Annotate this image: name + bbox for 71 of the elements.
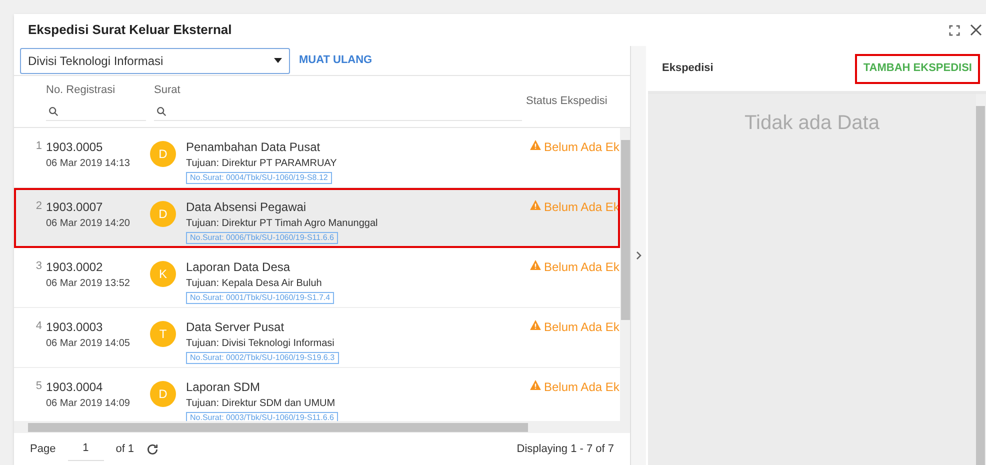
table-row[interactable]: 5 1903.0004 06 Mar 2019 14:09 D Laporan SDM Tujuan: Direktur SDM dan UMUM No.Surat: 0003/Tbk/SU-1060/19-S11.6.6 Belum Ada Ek — [14, 368, 620, 421]
letter-avatar: D — [150, 141, 176, 167]
registration-number: 1903.0004 — [46, 379, 104, 396]
registration-date: 06 Mar 2019 14:13 — [46, 157, 131, 171]
status-text: Belum Ada Ek — [544, 319, 620, 336]
column-header: Surat — [154, 83, 182, 98]
horizontal-scrollbar[interactable] — [14, 421, 630, 433]
row-number: 4 — [36, 319, 42, 334]
letter-number-tag: No.Surat: 0002/Tbk/SU-1060/19-S19.6.3 — [186, 352, 339, 364]
status-text: Belum Ada Ek — [544, 139, 620, 156]
letter-recipient: Tujuan: Direktur PT Timah Agro Manunggal — [186, 217, 378, 231]
vertical-scrollbar[interactable] — [620, 128, 630, 421]
empty-message: Tidak ada Data — [744, 111, 880, 134]
letter-recipient: Tujuan: Direktur SDM dan UMUM — [186, 397, 336, 411]
letter-title: Data Server Pusat — [186, 319, 284, 336]
letter-recipient: Tujuan: Direktur PT PARAMRUAY — [186, 157, 337, 171]
row-number: 3 — [36, 259, 42, 274]
letter-title: Penambahan Data Pusat — [186, 139, 320, 156]
refresh-icon[interactable] — [146, 442, 160, 456]
letter-number-tag: No.Surat: 0001/Tbk/SU-1060/19-S1.7.4 — [186, 292, 334, 304]
letter-title: Laporan SDM — [186, 379, 260, 396]
status-text: Belum Ada Ek — [544, 379, 620, 396]
registration-date: 06 Mar 2019 14:05 — [46, 337, 131, 351]
warning-icon — [530, 320, 541, 330]
registration-date: 06 Mar 2019 14:09 — [46, 397, 131, 411]
table-row[interactable]: 4 1903.0003 06 Mar 2019 14:05 T Data Server Pusat Tujuan: Divisi Teknologi Informasi No.Surat: 0002/Tbk/SU-1060/19-S19.6.3 Belum Ada Ek — [14, 308, 620, 368]
letter-number-tag: No.Surat: 0006/Tbk/SU-1060/19-S11.6.6 — [186, 232, 338, 244]
letter-avatar: D — [150, 381, 176, 407]
window-title: Ekspedisi Surat Keluar Eksternal — [28, 21, 232, 40]
status-text: Belum Ada Ek — [544, 259, 620, 276]
registration-date: 06 Mar 2019 14:20 — [46, 217, 131, 231]
warning-icon — [530, 140, 541, 150]
maximize-icon[interactable] — [949, 24, 960, 36]
warning-icon — [530, 260, 541, 270]
warning-icon — [530, 200, 541, 210]
letter-number-tag: No.Surat: 0004/Tbk/SU-1060/19-S8.12 — [186, 172, 332, 184]
chevron-right-icon[interactable] — [636, 251, 642, 260]
letter-title: Laporan Data Desa — [186, 259, 290, 276]
row-number: 1 — [36, 139, 42, 154]
registration-date: 06 Mar 2019 13:52 — [46, 277, 131, 291]
reload-button[interactable]: MUAT ULANG — [298, 52, 374, 69]
letter-avatar: D — [150, 201, 176, 227]
letter-avatar: T — [150, 321, 176, 347]
search-icon — [48, 106, 59, 117]
search-icon — [156, 106, 167, 117]
column-header: Status Ekspedisi — [526, 94, 608, 110]
registration-number: 1903.0002 — [46, 259, 104, 276]
letter-title: Data Absensi Pegawai — [186, 199, 306, 216]
letter-avatar: K — [150, 261, 176, 287]
division-dropdown[interactable]: Divisi Teknologi Informasi — [20, 48, 290, 74]
vertical-scrollbar[interactable] — [976, 94, 986, 465]
table-row[interactable]: 3 1903.0002 06 Mar 2019 13:52 K Laporan Data Desa Tujuan: Kepala Desa Air Buluh No.Surat: 0001/Tbk/SU-1060/19-S1.7.4 Belum Ada Ek — [14, 248, 620, 308]
page-label: Page — [30, 442, 56, 457]
search-field[interactable] — [46, 106, 146, 121]
close-icon[interactable] — [970, 24, 982, 36]
table-row[interactable]: 1 1903.0005 06 Mar 2019 14:13 D Penambahan Data Pusat Tujuan: Direktur PT PARAMRUAY No.Surat: 0004/Tbk/SU-1060/19-S8.12 Belum Ada Ek — [14, 128, 620, 188]
registration-number: 1903.0003 — [46, 319, 104, 336]
warning-icon — [530, 380, 541, 390]
caret-icon — [274, 58, 282, 63]
letter-recipient: Tujuan: Kepala Desa Air Buluh — [186, 277, 322, 291]
column-header: No. Registrasi — [46, 83, 116, 98]
registration-number: 1903.0005 — [46, 139, 104, 156]
paging-summary: Displaying 1 - 7 of 7 — [516, 442, 614, 457]
row-number: 5 — [36, 379, 42, 394]
page-count: of 1 — [116, 442, 134, 457]
letter-recipient: Tujuan: Divisi Teknologi Informasi — [186, 337, 334, 351]
search-field[interactable] — [154, 106, 522, 121]
registration-number: 1903.0007 — [46, 199, 104, 216]
panel-title: Ekspedisi — [662, 61, 714, 76]
page-input[interactable]: 1 — [68, 437, 104, 461]
row-number: 2 — [36, 199, 42, 214]
